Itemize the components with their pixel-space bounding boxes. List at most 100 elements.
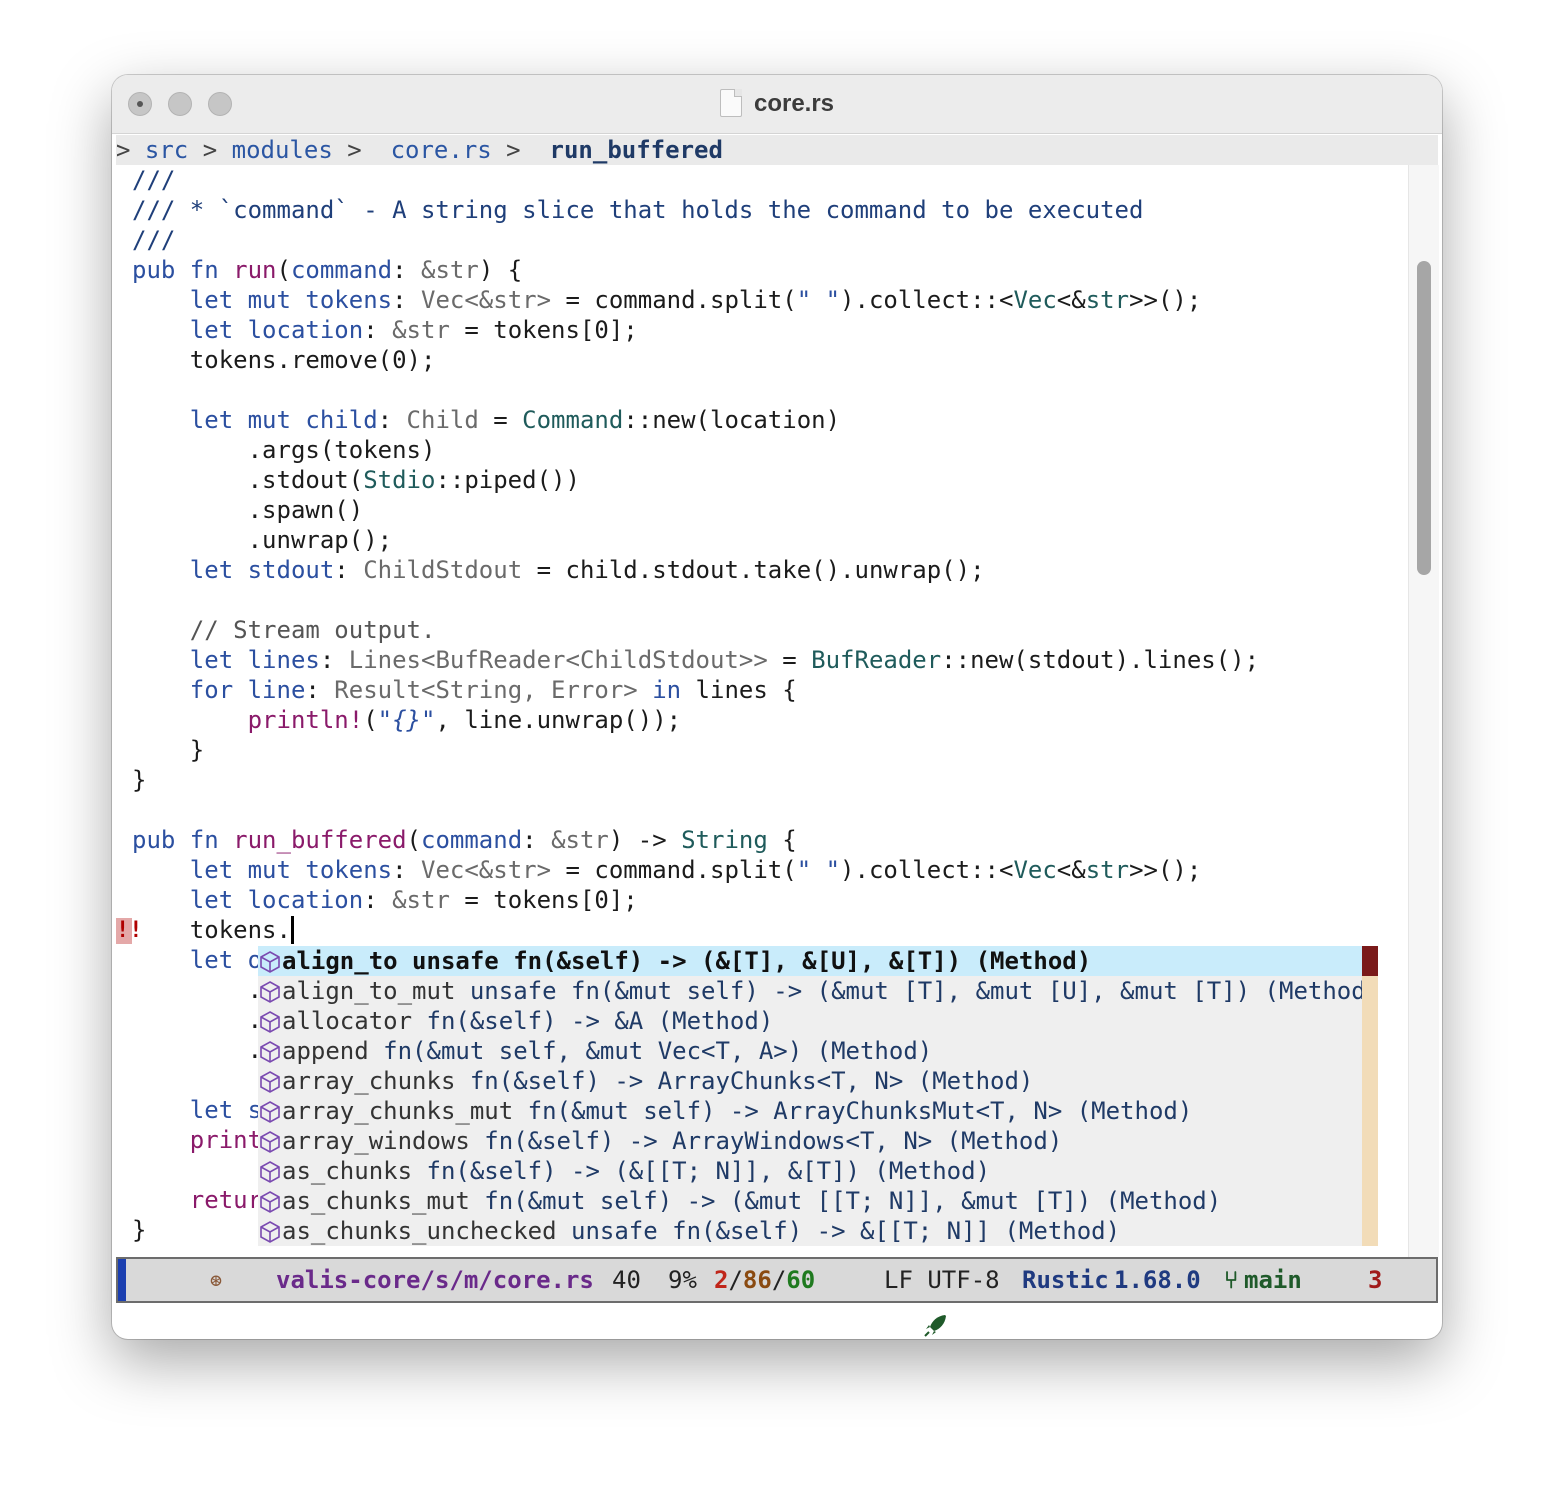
completion-item[interactable]: append fn(&mut self, &mut Vec<T, A>) (Me…	[258, 1036, 1362, 1066]
breadcrumb-item-src[interactable]: src	[145, 136, 188, 164]
completion-item[interactable]: array_windows fn(&self) -> ArrayWindows<…	[258, 1126, 1362, 1156]
completion-item-name: array_windows	[282, 1127, 470, 1155]
completion-item[interactable]: array_chunks fn(&self) -> ArrayChunks<T,…	[258, 1066, 1362, 1096]
error-fringe-icon[interactable]: !!	[116, 918, 143, 944]
code-line: let o	[189, 946, 263, 974]
completion-item-name: allocator	[282, 1007, 413, 1035]
completion-item-signature: unsafe fn(&self) -> (&[T], &[U], &[T]) (…	[412, 947, 1092, 975]
code-line: let s	[189, 1096, 263, 1124]
diagnostics-counts[interactable]: 2/86/60	[714, 1259, 815, 1301]
method-cube-icon	[258, 1216, 282, 1246]
completion-item-signature: fn(&mut self) -> ArrayChunksMut<T, N> (M…	[527, 1097, 1193, 1125]
breadcrumb-separator: >	[332, 136, 391, 164]
completion-item-name: array_chunks	[282, 1067, 456, 1095]
error-count[interactable]: 3	[1368, 1259, 1382, 1301]
completion-item-signature: unsafe fn(&self) -> &[[T; N]] (Method)	[571, 1217, 1121, 1245]
mode-line-line: 40	[612, 1266, 641, 1294]
method-cube-icon	[258, 1036, 282, 1066]
file-icon	[719, 89, 742, 117]
code-line: print	[189, 1126, 263, 1154]
completion-item-name: as_chunks_mut	[282, 1187, 470, 1215]
code-line: pub fn run_buffered(command: &str) -> St…	[132, 826, 797, 854]
mode-line-accent	[118, 1259, 126, 1301]
code-line: let mut child: Child = Command::new(loca…	[189, 406, 841, 434]
vertical-scrollbar[interactable]	[1408, 165, 1439, 1257]
mode-line-file[interactable]: valis-core/s/m/core.rs	[276, 1259, 594, 1301]
completion-item-signature: fn(&self) -> &A (Method)	[426, 1007, 774, 1035]
completion-item-name: as_chunks_unchecked	[282, 1217, 557, 1245]
major-mode[interactable]: Rustic	[1022, 1259, 1109, 1301]
code-line: .	[247, 1036, 263, 1064]
breadcrumb-item-modules[interactable]: modules	[232, 136, 333, 164]
typed-text: tokens.	[189, 916, 291, 944]
completion-item-name: as_chunks	[282, 1157, 413, 1185]
mode-line-encoding[interactable]: LF UTF-8	[884, 1259, 1000, 1301]
window-title-text: core.rs	[753, 90, 835, 117]
scrollbar-thumb[interactable]	[1417, 261, 1431, 575]
completion-scrollbar[interactable]	[1362, 946, 1378, 1246]
mode-line-percent: 9%	[668, 1266, 697, 1294]
editor-window: core.rs > src > modules > core.rs > run_…	[112, 75, 1442, 1339]
breadcrumb-prefix: >	[116, 136, 145, 164]
code-line: ///	[132, 226, 176, 254]
code-line: .args(tokens)	[132, 436, 436, 464]
title-bar: core.rs	[112, 75, 1442, 134]
code-line: pub fn run(command: &str) {	[132, 256, 523, 284]
completion-scrollbar-thumb[interactable]	[1362, 946, 1378, 976]
completion-item[interactable]: array_chunks_mut fn(&mut self) -> ArrayC…	[258, 1096, 1362, 1126]
code-line: let location: &str = tokens[0];	[189, 316, 638, 344]
method-cube-icon	[258, 1096, 282, 1126]
window-title: core.rs	[112, 75, 1442, 133]
code-line: // Stream output.	[189, 616, 436, 644]
code-line: let location: &str = tokens[0];	[189, 886, 638, 914]
code-line: }	[132, 736, 205, 764]
completion-item[interactable]: as_chunks fn(&self) -> (&[[T; N]], &[T])…	[258, 1156, 1362, 1186]
breadcrumb-symbol[interactable]: run_buffered	[550, 136, 723, 164]
code-line: /// * `command` - A string slice that ho…	[132, 196, 1144, 224]
completion-item-signature: fn(&self) -> ArrayWindows<T, N> (Method)	[484, 1127, 1063, 1155]
completion-item-name: append	[282, 1037, 369, 1065]
breadcrumb-item-file[interactable]: core.rs	[391, 136, 492, 164]
code-line: let mut tokens: Vec<&str> = command.spli…	[189, 286, 1202, 314]
completion-item[interactable]: allocator fn(&self) -> &A (Method)	[258, 1006, 1362, 1036]
git-branch-icon: ⑂	[1224, 1266, 1239, 1294]
code-line-current[interactable]: tokens.	[132, 915, 294, 945]
code-line: println!("{}", line.unwrap());	[247, 706, 682, 734]
completion-item[interactable]: as_chunks_unchecked unsafe fn(&self) -> …	[258, 1216, 1362, 1246]
mode-line: ⊛ valis-core/s/m/core.rs 40 9% 2/86/60 L…	[116, 1257, 1438, 1337]
code-line: .	[247, 976, 263, 1004]
code-line: for line: Result<String, Error> in lines…	[189, 676, 797, 704]
method-cube-icon	[258, 946, 282, 976]
method-cube-icon	[258, 976, 282, 1006]
method-cube-icon	[258, 1006, 282, 1036]
completion-item-name: align_to	[282, 947, 398, 975]
git-branch[interactable]: main	[1244, 1259, 1302, 1301]
completion-item-signature: fn(&mut self, &mut Vec<T, A>) (Method)	[383, 1037, 933, 1065]
code-line: .stdout(Stdio::piped())	[132, 466, 580, 494]
text-cursor	[290, 916, 294, 944]
code-line: }	[132, 1216, 147, 1244]
code-line: let stdout: ChildStdout = child.stdout.t…	[189, 556, 985, 584]
code-line: .unwrap();	[132, 526, 393, 554]
completion-popup[interactable]: align_to unsafe fn(&self) -> (&[T], &[U]…	[258, 946, 1380, 1246]
toolchain-version: 1.68.0	[1114, 1266, 1201, 1294]
method-cube-icon	[258, 1126, 282, 1156]
code-line: }	[132, 766, 147, 794]
completion-item-name: align_to_mut	[282, 977, 456, 1005]
completion-item-signature: fn(&self) -> ArrayChunks<T, N> (Method)	[469, 1067, 1034, 1095]
breadcrumb-separator: >	[188, 136, 232, 164]
method-cube-icon	[258, 1066, 282, 1096]
completion-item[interactable]: align_to_mut unsafe fn(&mut self) -> (&m…	[258, 976, 1380, 1006]
completion-item-signature: unsafe fn(&mut self) -> (&mut [T], &mut …	[469, 977, 1381, 1005]
completion-item-name: array_chunks_mut	[282, 1097, 514, 1125]
completion-item-signature: fn(&mut self) -> (&mut [[T; N]], &mut [T…	[484, 1187, 1222, 1215]
code-line: ///	[132, 166, 176, 194]
completion-item[interactable]: align_to unsafe fn(&self) -> (&[T], &[U]…	[258, 946, 1362, 976]
completion-item[interactable]: as_chunks_mut fn(&mut self) -> (&mut [[T…	[258, 1186, 1362, 1216]
completion-item-signature: fn(&self) -> (&[[T; N]], &[T]) (Method)	[426, 1157, 991, 1185]
code-line: let lines: Lines<BufReader<ChildStdout>>…	[189, 646, 1260, 674]
code-line: .spawn()	[132, 496, 364, 524]
code-line: retur	[189, 1186, 263, 1214]
code-line: tokens.remove(0);	[132, 346, 436, 374]
code-line: let mut tokens: Vec<&str> = command.spli…	[189, 856, 1202, 884]
